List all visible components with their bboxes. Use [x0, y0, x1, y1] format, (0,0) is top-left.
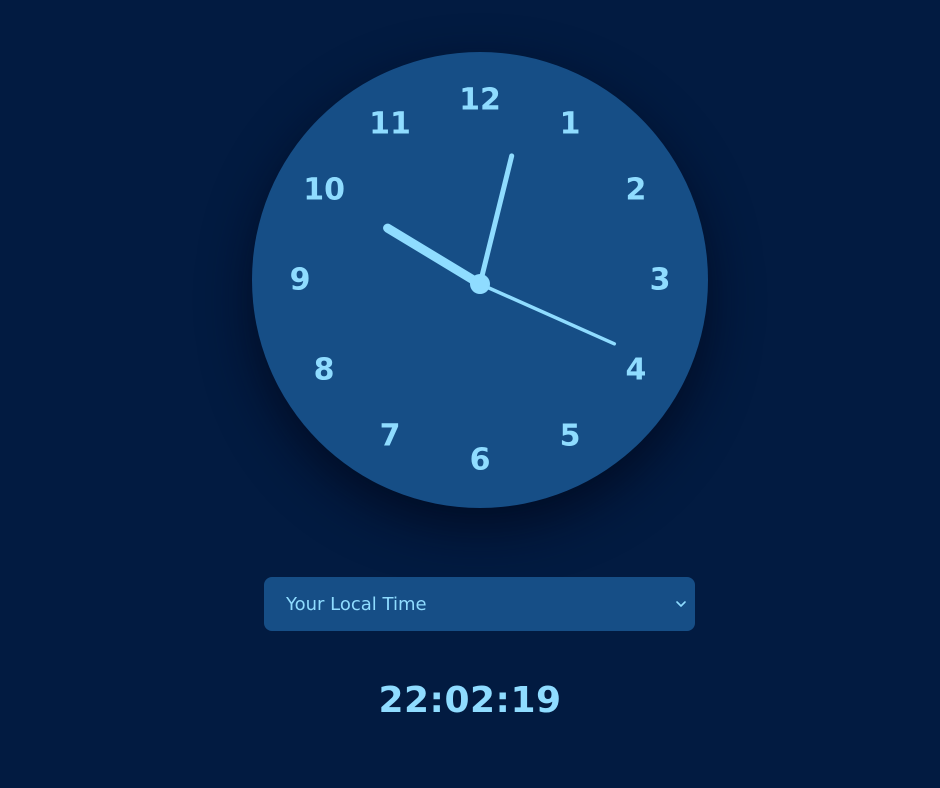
- clock-numeral-8: 8: [314, 353, 335, 388]
- world-clock-page: 12 1 2 3 4 5 6 7 8 9 10 11 Your Local Time 22:02:19: [0, 0, 940, 788]
- clock-numeral-12: 12: [459, 83, 501, 118]
- second-hand: [478, 282, 617, 346]
- clock-numeral-2: 2: [625, 173, 646, 208]
- minute-hand: [477, 153, 515, 287]
- clock-numeral-3: 3: [650, 263, 671, 298]
- timezone-select[interactable]: Your Local Time: [264, 577, 695, 631]
- clock-numeral-9: 9: [290, 263, 311, 298]
- clock-numeral-11: 11: [369, 107, 411, 142]
- clock-numeral-6: 6: [470, 443, 491, 478]
- clock-numeral-10: 10: [303, 173, 345, 208]
- timezone-select-value: Your Local Time: [286, 593, 427, 615]
- clock-numeral-5: 5: [560, 418, 581, 453]
- chevron-down-icon: [676, 601, 686, 607]
- clock-numeral-1: 1: [560, 107, 581, 142]
- hour-hand: [383, 223, 485, 289]
- analog-clock: 121234567891011: [290, 83, 671, 478]
- digital-time-display: 22:02:19: [378, 680, 562, 721]
- clock-center-dot: [470, 274, 490, 294]
- analog-clock-face: 12 1 2 3 4 5 6 7 8 9 10 11: [252, 52, 708, 508]
- clock-numeral-7: 7: [380, 418, 401, 453]
- clock-numeral-4: 4: [625, 353, 646, 388]
